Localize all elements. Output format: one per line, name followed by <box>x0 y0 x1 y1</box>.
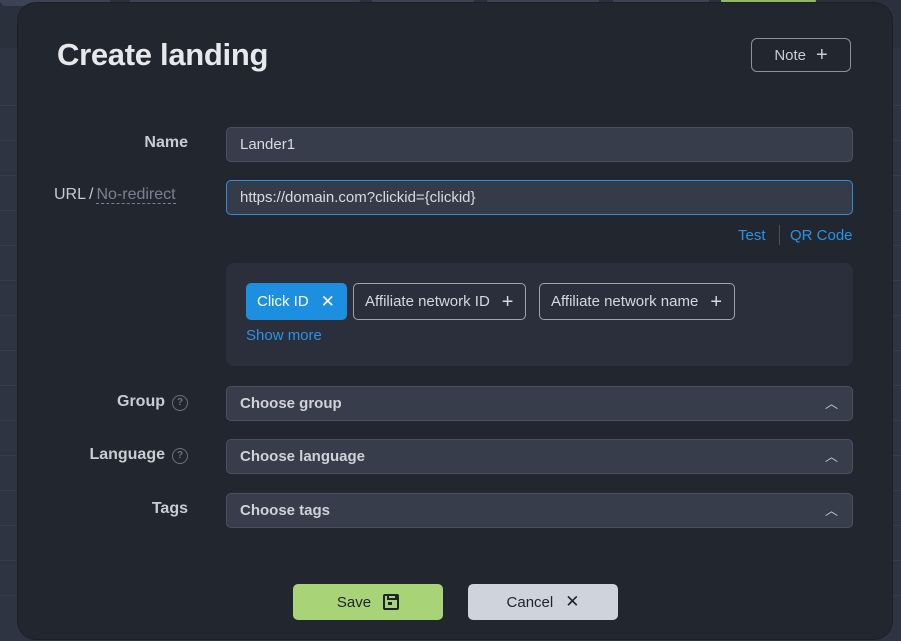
create-landing-dialog: Create landing Note + Name Lander1 URL / N… <box>18 3 892 639</box>
chevron-up-icon: ︿ <box>824 449 838 464</box>
link-divider <box>779 225 780 245</box>
close-icon[interactable]: ✕ <box>321 292 335 312</box>
tags-select[interactable]: Choose tags ︿ <box>226 493 853 528</box>
name-value: Lander1 <box>240 136 296 153</box>
macro-chip-label: Affiliate network ID <box>365 293 490 310</box>
language-label: Language <box>89 446 165 463</box>
macro-chip-affiliate-network-name[interactable]: Affiliate network name + <box>539 283 735 320</box>
chevron-up-icon: ︿ <box>824 503 838 518</box>
language-label-row: Language? <box>18 446 188 464</box>
tags-label: Tags <box>151 500 188 517</box>
floppy-disk-icon <box>383 594 400 610</box>
language-placeholder: Choose language <box>240 448 366 465</box>
plus-icon: + <box>816 44 828 66</box>
note-button[interactable]: Note + <box>751 38 851 72</box>
note-button-label: Note <box>774 46 806 64</box>
name-input[interactable]: Lander1 <box>226 127 853 162</box>
test-link[interactable]: Test <box>738 227 766 244</box>
macro-chip-label: Click ID <box>257 293 309 310</box>
close-icon: ✕ <box>565 592 580 611</box>
name-label: Name <box>144 134 188 151</box>
dialog-title: Create landing <box>57 37 269 72</box>
cancel-button[interactable]: Cancel ✕ <box>468 584 618 620</box>
url-separator: / <box>89 186 94 203</box>
url-label-group: URL / No-redirect <box>54 186 176 204</box>
no-redirect-toggle[interactable]: No-redirect <box>96 186 176 204</box>
group-label: Group <box>117 393 165 410</box>
show-more-link[interactable]: Show more <box>246 327 322 344</box>
language-select[interactable]: Choose language ︿ <box>226 439 853 474</box>
macro-chip-click-id[interactable]: Click ID ✕ <box>246 283 347 320</box>
url-input[interactable]: https://domain.com?clickid={clickid} <box>226 180 853 215</box>
question-circle-icon[interactable]: ? <box>172 395 188 411</box>
macro-chip-label: Affiliate network name <box>551 293 699 310</box>
macro-chip-affiliate-network-id[interactable]: Affiliate network ID + <box>353 283 527 320</box>
plus-icon: + <box>501 290 514 313</box>
tags-placeholder: Choose tags <box>240 502 331 519</box>
save-button[interactable]: Save <box>293 584 443 620</box>
url-label: URL <box>54 186 87 203</box>
group-label-row: Group? <box>18 393 188 411</box>
save-button-label: Save <box>336 593 372 611</box>
url-value: https://domain.com?clickid={clickid} <box>240 189 476 206</box>
cancel-button-label: Cancel <box>506 593 554 611</box>
plus-icon: + <box>710 290 722 313</box>
group-select[interactable]: Choose group ︿ <box>226 386 853 421</box>
macro-panel: Click ID ✕ Affiliate network ID + Affili… <box>226 263 853 366</box>
group-placeholder: Choose group <box>240 395 342 412</box>
question-circle-icon[interactable]: ? <box>172 448 188 464</box>
qr-code-link[interactable]: QR Code <box>790 227 853 244</box>
chevron-up-icon: ︿ <box>824 396 838 411</box>
